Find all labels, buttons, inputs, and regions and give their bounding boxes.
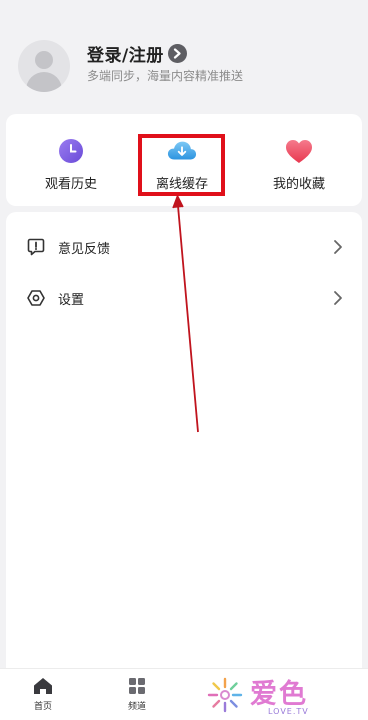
avatar[interactable] <box>18 40 70 92</box>
highlight-box <box>138 134 225 196</box>
watermark-logo: 爱色 LOVE.TV <box>206 674 336 718</box>
menu-item-feedback-label: 意见反馈 <box>58 241 111 257</box>
grid-icon <box>129 678 145 694</box>
menu-item-feedback[interactable]: 意见反馈 <box>6 227 362 267</box>
nav-home[interactable]: 首页 <box>21 677 65 712</box>
nav-channel-label: 频道 <box>127 702 146 712</box>
menu-item-settings-label: 设置 <box>58 292 85 308</box>
chevron-right-icon <box>334 240 342 254</box>
heart-icon <box>284 136 314 166</box>
watch-history-button[interactable]: 观看历史 <box>21 136 121 192</box>
watch-history-label: 观看历史 <box>44 177 97 192</box>
my-favorites-button[interactable]: 我的收藏 <box>249 136 349 192</box>
home-icon <box>34 678 52 694</box>
chevron-right-icon <box>334 291 342 305</box>
flower-logo-icon <box>207 677 243 713</box>
login-title: 登录/注册 <box>87 45 164 66</box>
profile-header[interactable]: 登录/注册 多端同步，海量内容精准推送 <box>0 0 368 112</box>
settings-icon <box>26 288 46 308</box>
quick-actions-card: 观看历史 离线缓存 我的收藏 <box>6 114 362 206</box>
login-subtitle: 多端同步，海量内容精准推送 <box>87 69 244 83</box>
nav-channel[interactable]: 频道 <box>115 677 159 712</box>
clock-icon <box>56 136 86 166</box>
menu-list-card: 意见反馈 设置 <box>6 212 362 668</box>
watermark-text: 爱色 <box>250 679 308 710</box>
nav-home-label: 首页 <box>33 702 52 712</box>
watermark-subtext: LOVE.TV <box>268 707 309 716</box>
menu-item-settings[interactable]: 设置 <box>6 278 362 318</box>
feedback-icon <box>26 237 46 257</box>
chevron-right-icon <box>167 43 187 63</box>
my-favorites-label: 我的收藏 <box>272 177 325 192</box>
login-register-link[interactable]: 登录/注册 <box>87 42 187 66</box>
